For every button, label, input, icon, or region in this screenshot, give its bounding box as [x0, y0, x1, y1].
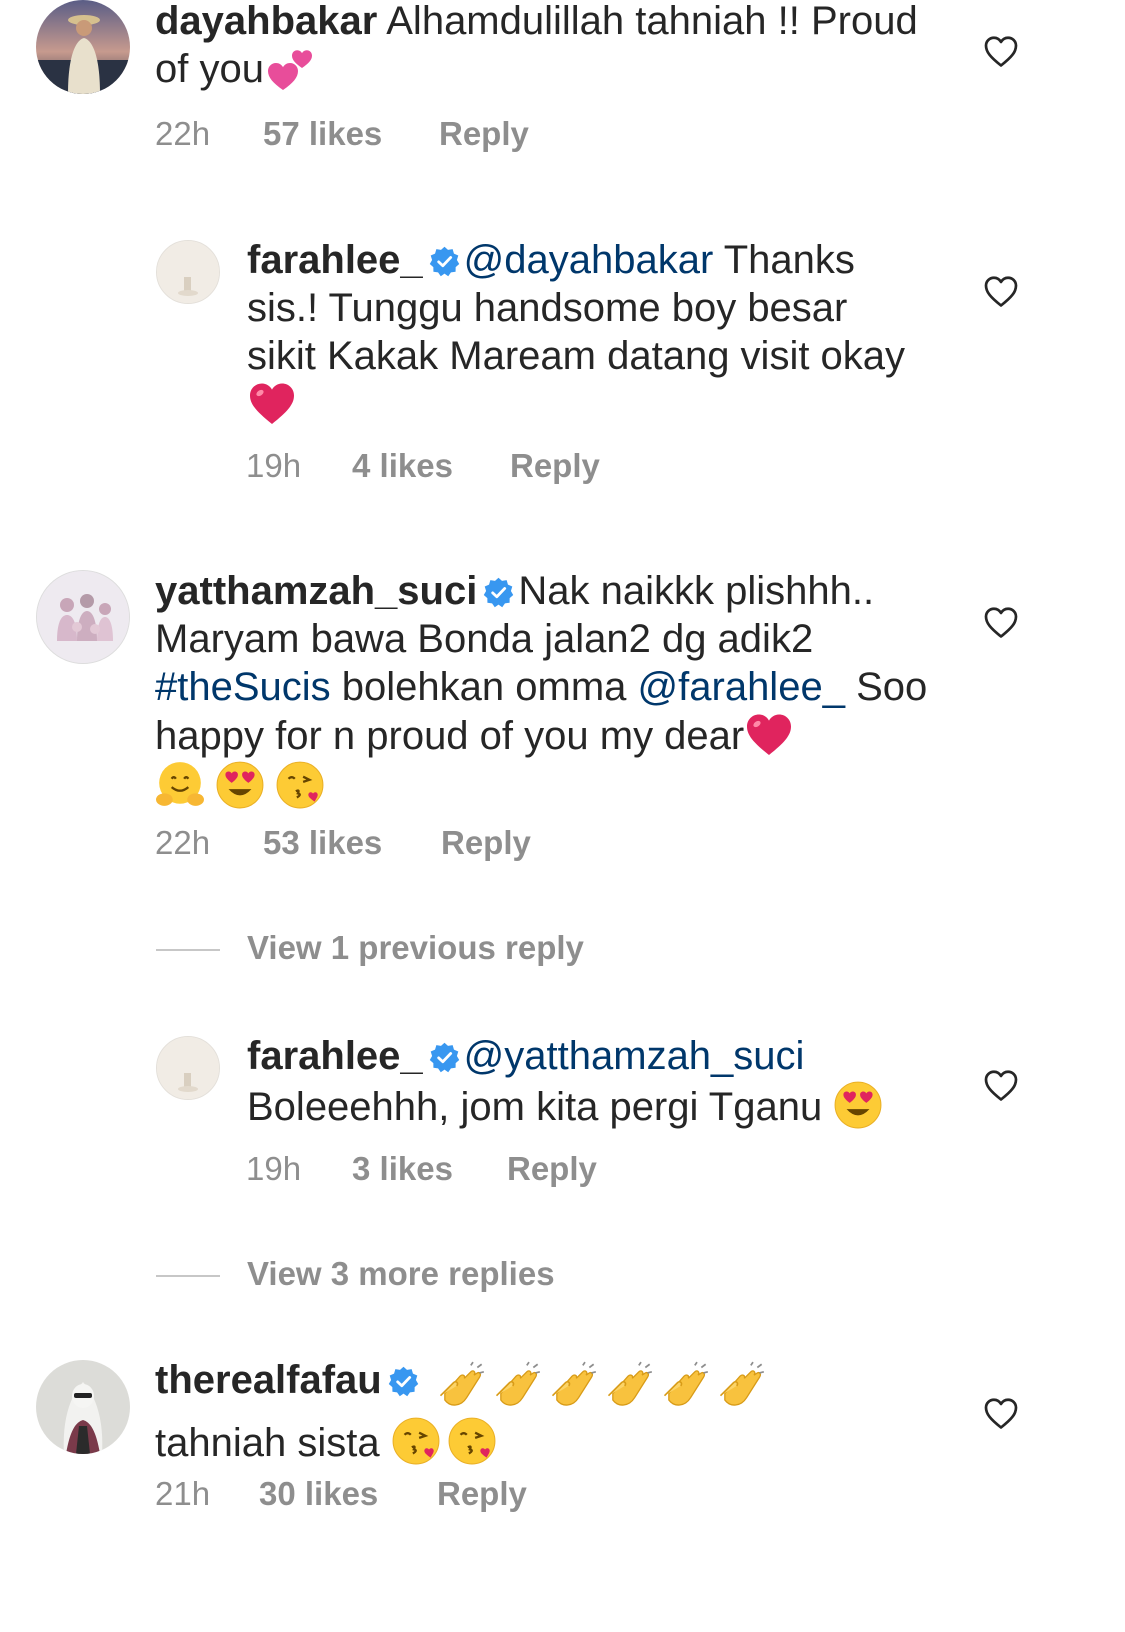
- red-heart-emoji: [744, 711, 794, 759]
- like-heart-icon[interactable]: [982, 1068, 1020, 1104]
- clapping-hands-emoji: [439, 1361, 484, 1406]
- comment-body: Boleeehhh, jom kita pergi Tganu: [247, 1085, 823, 1129]
- view-more-replies-link[interactable]: View 3 more replies: [156, 1254, 555, 1294]
- verified-badge-icon: [388, 1366, 419, 1397]
- reply-button[interactable]: Reply: [507, 1149, 597, 1189]
- verified-badge-icon: [483, 577, 514, 608]
- avatar-photo: [157, 241, 219, 303]
- clapping-hands-emoji: [495, 1361, 540, 1406]
- avatar[interactable]: [36, 570, 130, 664]
- like-heart-icon[interactable]: [982, 274, 1020, 310]
- avatar[interactable]: [36, 1360, 130, 1454]
- avatar-photo: [36, 0, 130, 94]
- avatar-photo: [37, 571, 129, 663]
- like-heart-icon[interactable]: [982, 605, 1020, 641]
- clapping-hands-emoji: [607, 1361, 652, 1406]
- mention-link[interactable]: @farahlee_: [638, 665, 845, 709]
- kissing-face-emoji: [275, 760, 325, 810]
- avatar-photo: [157, 1037, 219, 1099]
- red-heart-emoji: [247, 380, 297, 428]
- hashtag-link[interactable]: #theSucis: [155, 665, 331, 709]
- two-hearts-emoji: [266, 46, 314, 94]
- avatar[interactable]: [156, 1036, 220, 1100]
- view-previous-label: View 1 previous reply: [247, 929, 584, 966]
- heart-eyes-emoji: [833, 1080, 883, 1130]
- view-more-label: View 3 more replies: [247, 1255, 555, 1292]
- comment-meta: 19h 3 likes Reply: [246, 1149, 597, 1189]
- heart-eyes-emoji: [215, 760, 265, 810]
- kissing-face-emoji: [391, 1416, 441, 1466]
- username[interactable]: therealfafau: [155, 1358, 382, 1402]
- clapping-hands-emoji: [719, 1361, 764, 1406]
- comment-text: dayahbakar Alhamdulillah tahniah !! Prou…: [155, 0, 945, 94]
- mention-link[interactable]: @dayahbakar: [464, 238, 714, 282]
- comment-time: 22h: [155, 115, 211, 152]
- comment-meta: 21h 30 likes Reply: [155, 1474, 527, 1514]
- username[interactable]: farahlee_: [247, 1034, 423, 1078]
- avatar[interactable]: [156, 240, 220, 304]
- verified-badge-icon: [429, 1042, 460, 1073]
- mention-link[interactable]: @yatthamzah_suci: [464, 1034, 805, 1078]
- likes-count[interactable]: 4 likes: [352, 446, 510, 486]
- likes-count[interactable]: 57 likes: [263, 114, 439, 154]
- comment-text: farahlee_ @yatthamzah_suci Boleeehhh, jom…: [247, 1032, 947, 1131]
- likes-count[interactable]: 30 likes: [259, 1474, 437, 1514]
- like-heart-icon[interactable]: [982, 34, 1020, 70]
- thread-divider-line: [156, 949, 220, 952]
- username[interactable]: yatthamzah_suci: [155, 569, 477, 613]
- comment-text: farahlee_ @dayahbakar Thanks sis.! Tunggu…: [247, 236, 927, 429]
- view-previous-replies-link[interactable]: View 1 previous reply: [156, 928, 584, 968]
- comment-meta: 19h 4 likes Reply: [246, 446, 600, 486]
- clapping-hands-emoji: [663, 1361, 708, 1406]
- avatar-photo: [36, 1360, 130, 1454]
- clapping-emojis: [434, 1361, 772, 1416]
- comment-body-2: bolehkan omma: [341, 665, 627, 709]
- comment-body: tahniah sista: [155, 1421, 380, 1465]
- reply-button[interactable]: Reply: [441, 823, 531, 863]
- like-heart-icon[interactable]: [982, 1396, 1020, 1432]
- likes-count[interactable]: 53 likes: [263, 823, 441, 863]
- kissing-face-emoji: [447, 1416, 497, 1466]
- reply-button[interactable]: Reply: [437, 1474, 527, 1514]
- hugging-face-emoji: [156, 762, 204, 806]
- comment-text: yatthamzah_suci Nak naikkk plishhh.. Mary…: [155, 567, 945, 811]
- comment-meta: 22h 57 likes Reply: [155, 114, 529, 154]
- username[interactable]: dayahbakar: [155, 0, 377, 43]
- reply-button[interactable]: Reply: [439, 114, 529, 154]
- comment-time: 21h: [155, 1475, 211, 1512]
- clapping-hands-emoji: [551, 1361, 596, 1406]
- comment-time: 19h: [246, 447, 302, 484]
- username[interactable]: farahlee_: [247, 238, 423, 282]
- comment-time: 22h: [155, 824, 211, 861]
- comment-text: therealfafau tahniah sista: [155, 1356, 945, 1467]
- comment-meta: 22h 53 likes Reply: [155, 823, 531, 863]
- avatar[interactable]: [36, 0, 130, 94]
- reply-button[interactable]: Reply: [510, 446, 600, 486]
- thread-divider-line: [156, 1275, 220, 1278]
- comment-time: 19h: [246, 1150, 302, 1187]
- verified-badge-icon: [429, 246, 460, 277]
- likes-count[interactable]: 3 likes: [352, 1149, 507, 1189]
